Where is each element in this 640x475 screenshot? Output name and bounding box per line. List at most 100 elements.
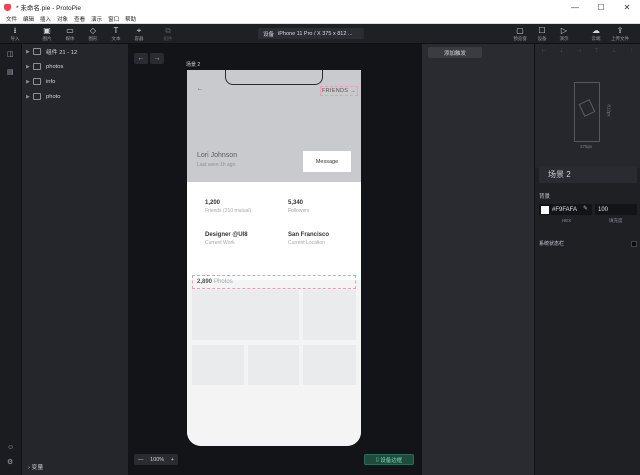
settings-icon[interactable]: ⚙ [7,458,13,466]
media-button[interactable]: ▭ 媒体 [60,26,80,42]
container-button[interactable]: ⌖ 容器 [129,26,149,42]
preview-window-button[interactable]: ▢ 预览窗 [510,26,530,42]
device-outline [574,82,600,142]
phone-screen[interactable]: ← FRIENDS → Lori Johnson Last seen 1h ag… [187,70,361,446]
photo-tile[interactable] [303,345,356,385]
align-left-icon[interactable]: ⊢ [542,48,546,54]
menu-view[interactable]: 查看 [74,15,85,23]
stat-friends: 1,200 Friends (210 mutual) [205,200,252,214]
back-arrow-icon[interactable]: ← [197,86,203,92]
menu-help[interactable]: 帮助 [125,15,136,23]
device-button[interactable]: ☐ 设备 [532,26,552,42]
expand-chevron-icon[interactable]: ▶ [26,49,33,55]
align-center-icon[interactable]: ⊥ [559,48,563,54]
present-button[interactable]: ▷ 演示 [554,26,574,42]
photos-label: Photos [214,279,233,285]
background-section-title: 背景 [539,194,551,200]
canvas[interactable]: ← → 场景 2 ← FRIENDS → Lori Johnson Last s… [128,44,422,475]
menu-object[interactable]: 对象 [57,15,68,23]
align-top-icon[interactable]: ⊤ [594,48,598,54]
layer-item[interactable]: ▶ info [22,74,128,89]
layer-item[interactable]: ▶ 组件 21 - 12 [22,44,128,59]
photos-header: 2,890 Photos [192,275,356,289]
container-icon: ⌖ [136,26,142,35]
zoom-out-button[interactable]: — [138,457,144,463]
menu-bar: 文件 编辑 插入 对象 查看 演示 窗口 帮助 [0,14,640,24]
menu-window[interactable]: 窗口 [108,15,119,23]
hex-value: #F9FAFA [552,206,578,213]
alignment-toolbar: ⊢ ⊥ ⊣ ⊤ ⊥ ⋮ [535,44,640,58]
zoom-level: 100% [150,456,165,463]
zoom-control[interactable]: — 100% + [134,454,178,465]
device-select[interactable]: 设备 iPhone 11 Pro / X 375 x 812 ... [258,28,364,39]
status-bar-label: 系统状态栏 [539,241,565,247]
upload-button[interactable]: ⇪ 上传文件 [610,26,630,42]
cloud-button[interactable]: ☁ 云端 [586,26,606,42]
scene-back-button[interactable]: ← [134,53,148,64]
opacity-caption: 填充度 [609,218,623,223]
component-button[interactable]: ⧉ 组件 [158,26,178,42]
device-icon: ☐ [538,26,546,35]
layers-panel-icon[interactable]: ◫ [7,50,14,58]
window-title: * 未命名.pie - ProtoPie [16,5,82,12]
scene-forward-button[interactable]: → [150,53,164,64]
status-bar-checkbox[interactable] [631,240,637,247]
stat-location: San Francisco Current Location [288,232,330,246]
arrow-right-icon: → [350,88,356,94]
close-button[interactable]: ✕ [614,0,640,14]
layer-name: info [46,78,56,85]
component-layer-icon [33,48,41,55]
layer-item[interactable]: ▶ photo [22,89,128,104]
hex-caption: HEX [562,218,572,223]
account-icon[interactable]: ☺ [7,444,14,451]
component-icon: ⧉ [165,26,171,35]
toolbar: ⭳ 导入 ▣ 图片 ▭ 媒体 ◇ 图形 T 文本 ⌖ 容器 ⧉ 组件 设备 iP… [0,24,640,44]
menu-edit[interactable]: 编辑 [23,15,34,23]
photo-tile[interactable] [303,290,356,340]
scene-name-field[interactable]: 场景 2 [539,166,637,183]
stat-followers: 5,340 Followers [288,200,310,214]
inspector-panel: ⊢ ⊥ ⊣ ⊤ ⊥ ⋮ 375px 812px 场景 2 背景 #F9FAFA … [534,44,640,475]
photo-tile[interactable] [192,345,244,385]
variables-toggle[interactable]: › 变量 [28,462,43,471]
friends-link[interactable]: FRIENDS → [320,86,358,96]
align-right-icon[interactable]: ⊣ [577,48,581,54]
import-button[interactable]: ⭳ 导入 [5,26,25,42]
menu-insert[interactable]: 插入 [40,15,51,23]
maximize-button[interactable]: ☐ [588,0,614,14]
assets-icon[interactable]: ▤ [7,68,14,76]
text-button[interactable]: T 文本 [106,26,126,42]
expand-chevron-icon[interactable]: ▶ [26,64,33,70]
eyedropper-icon[interactable]: ✎ [583,205,588,212]
align-middle-icon[interactable]: ⊥ [612,48,616,54]
protopie-watermark-icon [578,99,596,117]
profile-name: Lori Johnson [197,152,238,159]
layer-item[interactable]: ▶ photos [22,59,128,74]
play-icon: ▷ [560,26,568,35]
preview-window-icon: ▢ [516,26,524,35]
photo-tile[interactable] [248,345,299,385]
device-label: 设备 [263,31,275,38]
opacity-field[interactable]: 100 [595,204,637,215]
variables-label: 变量 [31,465,44,471]
expand-chevron-icon[interactable]: ▶ [26,79,33,85]
photo-tile[interactable] [192,290,299,340]
cloud-icon: ☁ [592,26,600,35]
minimize-button[interactable]: — [562,0,588,14]
menu-present[interactable]: 演示 [91,15,102,23]
shape-icon: ◇ [89,26,97,35]
preview-height: 812px [606,104,612,117]
shape-button[interactable]: ◇ 图形 [83,26,103,42]
image-button[interactable]: ▣ 图片 [37,26,57,42]
color-swatch[interactable] [541,205,549,214]
expand-chevron-icon[interactable]: ▶ [26,94,33,100]
layer-name: photo [46,93,61,100]
menu-file[interactable]: 文件 [6,15,17,23]
zoom-in-button[interactable]: + [171,457,174,463]
status-bar-toggle-row: 系统状态栏 [539,240,637,247]
distribute-icon[interactable]: ⋮ [629,48,634,54]
add-trigger-button[interactable]: 添加触发 [428,47,482,58]
device-frame-button[interactable]: ▯ 设备边框 [364,454,414,465]
message-button[interactable]: Message [303,151,351,172]
layer-name: photos [46,63,64,70]
